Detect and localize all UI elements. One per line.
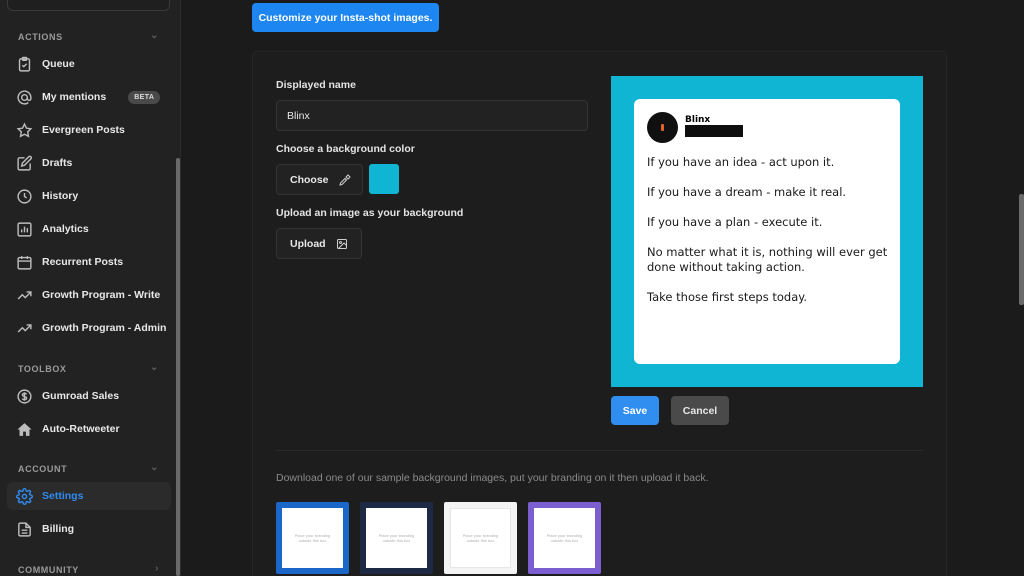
upload-image-label: Upload an image as your background <box>276 207 464 219</box>
sample-image-blue[interactable]: Place your branding outside this box <box>276 502 349 574</box>
instashot-preview: Blinx If you have an idea - act upon it.… <box>611 76 923 387</box>
trend-icon <box>15 286 33 304</box>
chevron-down-icon: ⌄ <box>150 30 159 41</box>
main-content: Customize your Insta-shot images. Displa… <box>181 0 1024 576</box>
section-label: ACCOUNT <box>18 464 68 474</box>
sidebar-item-label: My mentions <box>42 91 107 103</box>
tweet-line: done without taking action. <box>647 260 805 274</box>
chevron-down-icon: ⌄ <box>150 362 159 373</box>
sidebar-item-label: Auto-Retweeter <box>42 423 120 435</box>
calendar-icon <box>15 253 33 271</box>
upload-image-button[interactable]: Upload <box>276 228 362 259</box>
clock-icon <box>15 187 33 205</box>
thumb-inner: Place your branding outside this box <box>534 508 595 568</box>
at-icon <box>15 88 33 106</box>
sidebar-item-analytics[interactable]: Analytics <box>7 215 171 243</box>
beta-badge: BETA <box>128 90 161 104</box>
thumb-inner: Place your branding outside this box <box>450 508 511 568</box>
sample-image-navy[interactable]: Place your branding outside this box <box>360 502 433 574</box>
section-header-actions[interactable]: ACTIONS ⌄ <box>18 30 163 46</box>
home-icon <box>15 420 33 438</box>
displayed-name-value: Blinx <box>287 109 310 122</box>
sidebar-item-recurrent-posts[interactable]: Recurrent Posts <box>7 248 171 276</box>
section-label: ACTIONS <box>18 32 63 42</box>
sample-image-purple[interactable]: Place your branding outside this box <box>528 502 601 574</box>
document-icon <box>15 520 33 538</box>
chevron-down-icon: ⌄ <box>150 462 159 473</box>
color-swatch[interactable] <box>369 164 399 194</box>
dollar-icon <box>15 387 33 405</box>
thumb-text: Place your branding outside this box <box>378 533 415 543</box>
redacted-handle <box>685 125 743 137</box>
sidebar-item-growth-program-write[interactable]: Growth Program - Write <box>7 281 171 309</box>
tweet-line: If you have a dream - make it real. <box>647 185 847 199</box>
sidebar-search-input[interactable] <box>7 0 170 11</box>
sidebar-item-history[interactable]: History <box>7 182 171 210</box>
sidebar-item-billing[interactable]: Billing <box>7 515 171 543</box>
sidebar-item-gumroad-sales[interactable]: Gumroad Sales <box>7 382 171 410</box>
divider <box>276 450 923 451</box>
sidebar-item-label: Evergreen Posts <box>42 124 125 136</box>
sidebar-item-label: Growth Program - Admin <box>42 322 167 334</box>
tweet-author-name: Blinx <box>685 115 711 125</box>
sidebar-item-my-mentions[interactable]: My mentions BETA <box>7 83 171 111</box>
section-header-toolbox[interactable]: TOOLBOX ⌄ <box>18 362 163 378</box>
section-label: TOOLBOX <box>18 364 67 374</box>
cancel-button[interactable]: Cancel <box>671 396 729 425</box>
avatar-graphic <box>661 124 664 131</box>
gear-icon <box>15 487 33 505</box>
star-icon <box>15 121 33 139</box>
sidebar-item-label: Queue <box>42 58 75 70</box>
thumb-text: Place your branding outside this box <box>546 533 583 543</box>
save-button[interactable]: Save <box>611 396 659 425</box>
sidebar-item-queue[interactable]: Queue <box>7 50 171 78</box>
eyedropper-icon <box>338 173 351 186</box>
sidebar-item-label: Billing <box>42 523 75 535</box>
sidebar-item-label: Gumroad Sales <box>42 390 120 402</box>
sidebar-item-label: Analytics <box>42 223 89 235</box>
thumb-text: Place your branding outside this box <box>294 533 331 543</box>
sidebar-item-growth-program-admin[interactable]: Growth Program - Admin <box>7 314 171 342</box>
displayed-name-label: Displayed name <box>276 79 356 91</box>
sidebar-item-label: Recurrent Posts <box>42 256 124 268</box>
sidebar-item-label: Drafts <box>42 157 73 169</box>
choose-color-button[interactable]: Choose <box>276 164 363 195</box>
trend-icon <box>15 319 33 337</box>
clipboard-icon <box>15 55 33 73</box>
tweet-line: No matter what it is, nothing will ever … <box>647 245 888 259</box>
edit-icon <box>15 154 33 172</box>
sidebar-scrollbar[interactable] <box>176 158 180 576</box>
choose-button-label: Choose <box>290 173 329 186</box>
displayed-name-input[interactable]: Blinx <box>276 100 588 131</box>
analytics-icon <box>15 220 33 238</box>
tweet-line: If you have a plan - execute it. <box>647 215 823 229</box>
bg-color-label: Choose a background color <box>276 143 415 155</box>
customize-instashot-button[interactable]: Customize your Insta-shot images. <box>252 3 439 32</box>
thumb-text: Place your branding outside this box <box>462 533 499 543</box>
sidebar-item-drafts[interactable]: Drafts <box>7 149 171 177</box>
upload-button-label: Upload <box>290 237 326 250</box>
section-header-account[interactable]: ACCOUNT ⌄ <box>18 462 163 478</box>
section-header-community[interactable]: COMMUNITY › <box>18 563 163 576</box>
sidebar: ACTIONS ⌄ Queue My mentions BETA Evergre… <box>0 0 181 576</box>
sidebar-item-label: Growth Program - Write <box>42 289 161 301</box>
sidebar-item-evergreen-posts[interactable]: Evergreen Posts <box>7 116 171 144</box>
avatar <box>647 112 678 143</box>
tweet-card: Blinx If you have an idea - act upon it.… <box>634 99 900 364</box>
thumb-inner: Place your branding outside this box <box>366 508 427 568</box>
chevron-right-icon: › <box>155 563 159 574</box>
sidebar-item-auto-retweeter[interactable]: Auto-Retweeter <box>7 415 171 443</box>
section-label: COMMUNITY <box>18 565 79 575</box>
image-icon <box>336 238 347 249</box>
thumb-inner: Place your branding outside this box <box>282 508 343 568</box>
tweet-line: If you have an idea - act upon it. <box>647 155 835 169</box>
sidebar-item-settings[interactable]: Settings <box>7 482 171 510</box>
main-scrollbar[interactable] <box>1019 194 1024 305</box>
tweet-line: Take those first steps today. <box>647 290 808 304</box>
sample-image-white[interactable]: Place your branding outside this box <box>444 502 517 574</box>
sample-images-text: Download one of our sample background im… <box>276 472 709 484</box>
sidebar-item-label: Settings <box>42 490 84 502</box>
sidebar-item-label: History <box>42 190 79 202</box>
